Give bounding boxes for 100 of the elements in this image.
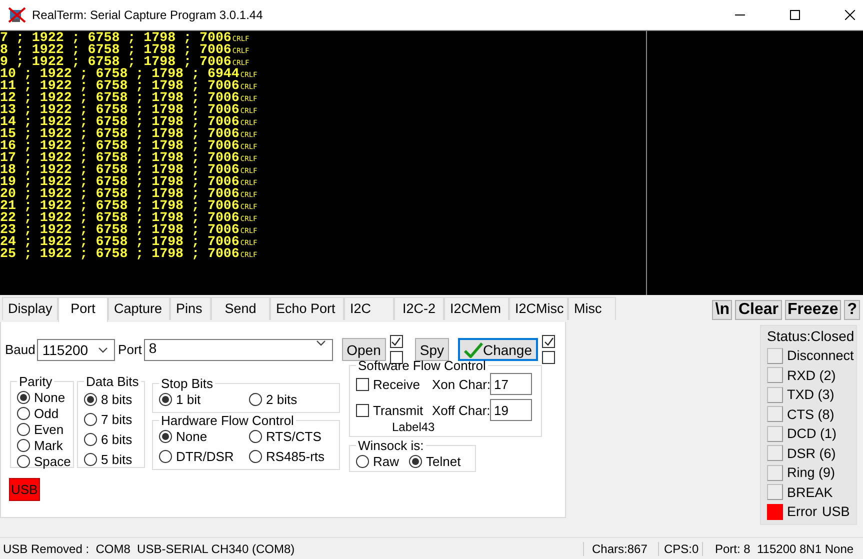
terminal-line: 8 ; 1922 ; 6758 ; 1798 ; 7006 bbox=[0, 44, 232, 56]
group-title: Winsock is: bbox=[357, 438, 425, 453]
checkbox-label: Transmit bbox=[373, 402, 424, 418]
terminal-line: 24 ; 1922 ; 6758 ; 1798 ; 7006 bbox=[0, 236, 240, 248]
radio-label: 1 bit bbox=[176, 392, 201, 406]
radio-label: DTR/DSR bbox=[176, 448, 234, 464]
checkbox[interactable] bbox=[542, 351, 555, 364]
terminal-line: 18 ; 1922 ; 6758 ; 1798 ; 7006 bbox=[0, 164, 240, 176]
radio-label: 2 bits bbox=[266, 392, 298, 406]
terminal-line: 19 ; 1922 ; 6758 ; 1798 ; 7006 bbox=[0, 176, 240, 188]
status-note: USB bbox=[822, 504, 850, 520]
checkbox[interactable] bbox=[390, 335, 403, 348]
close-icon bbox=[845, 10, 855, 20]
radio-button[interactable] bbox=[84, 432, 97, 446]
port-dropdown[interactable]: 8 bbox=[144, 338, 333, 360]
radio-button[interactable] bbox=[84, 392, 97, 406]
radio-button[interactable] bbox=[249, 392, 262, 406]
toolbar-button[interactable]: Freeze bbox=[784, 300, 842, 320]
field-label: Baud bbox=[5, 342, 36, 357]
toolbar-button[interactable]: Clear bbox=[735, 300, 782, 320]
radio-button[interactable] bbox=[84, 412, 97, 426]
radio-label: None bbox=[34, 390, 66, 404]
terminal-line: 17 ; 1922 ; 6758 ; 1798 ; 7006 bbox=[0, 152, 240, 164]
status-label: CTS (8) bbox=[787, 406, 834, 422]
radio-label: None bbox=[176, 428, 208, 444]
maximize-icon bbox=[790, 10, 800, 20]
field-label: Xoff Char: bbox=[432, 402, 490, 418]
radio-label: Raw bbox=[373, 454, 400, 468]
caret-icon bbox=[98, 346, 108, 352]
radio-button[interactable] bbox=[159, 450, 172, 462]
char-field[interactable]: 19 bbox=[490, 399, 532, 421]
group-title: Data Bits bbox=[85, 374, 140, 389]
status-label: Disconnect bbox=[787, 348, 854, 364]
checkbox[interactable] bbox=[356, 378, 369, 390]
radio-label: 7 bits bbox=[101, 412, 132, 426]
tab[interactable]: Echo Port bbox=[270, 297, 344, 320]
status-text: USB Removed : COM8 USB-SERIAL CH340 (COM8) bbox=[2, 542, 296, 556]
status-label: Error bbox=[787, 504, 817, 520]
tab[interactable]: I2C-2 bbox=[394, 297, 444, 320]
status-title: Status:Closed bbox=[767, 328, 856, 344]
status-label: Ring (9) bbox=[787, 465, 836, 480]
radio-button[interactable] bbox=[17, 422, 30, 436]
tab[interactable]: Send bbox=[211, 297, 270, 320]
radio-button[interactable] bbox=[17, 390, 30, 404]
check-icon bbox=[464, 342, 483, 358]
group-title: Parity bbox=[18, 374, 54, 389]
baud-dropdown[interactable]: 115200 bbox=[37, 338, 116, 360]
change-button[interactable]: Change bbox=[458, 338, 538, 361]
radio-button[interactable] bbox=[159, 392, 172, 406]
radio-label: Odd bbox=[34, 406, 59, 420]
group-title: Hardware Flow Control bbox=[160, 413, 295, 428]
radio-button[interactable] bbox=[17, 454, 30, 468]
terminal-line: 11 ; 1922 ; 6758 ; 1798 ; 7006 bbox=[0, 80, 240, 92]
radio-label: Telnet bbox=[426, 454, 461, 468]
radio-button[interactable] bbox=[249, 450, 262, 462]
radio-button[interactable] bbox=[409, 454, 422, 468]
status-text: CPS:0 bbox=[658, 542, 702, 556]
char-field[interactable]: 17 bbox=[490, 373, 532, 395]
tab[interactable]: I2CMisc bbox=[509, 297, 568, 320]
checkbox[interactable] bbox=[542, 335, 555, 348]
field-label: Port bbox=[118, 342, 142, 357]
radio-button[interactable] bbox=[84, 452, 97, 466]
radio-button[interactable] bbox=[159, 430, 172, 442]
status-label: TXD (3) bbox=[787, 387, 834, 402]
tab[interactable]: Pins bbox=[170, 297, 211, 320]
radio-label: 5 bits bbox=[101, 452, 132, 466]
radio-label: RTS/CTS bbox=[266, 428, 322, 444]
radio-label: Mark bbox=[34, 438, 63, 452]
toolbar-button[interactable]: ? bbox=[844, 300, 860, 320]
status-text: Chars:867 bbox=[583, 542, 658, 556]
tab[interactable]: Capture bbox=[108, 297, 170, 320]
terminal-line: 12 ; 1922 ; 6758 ; 1798 ; 7006 bbox=[0, 92, 240, 104]
toolbar-button[interactable]: \n bbox=[712, 300, 732, 320]
tab[interactable]: Port bbox=[58, 297, 108, 322]
tab[interactable]: Display bbox=[2, 297, 58, 320]
field-label: Xon Char: bbox=[432, 376, 490, 392]
terminal-line: 16 ; 1922 ; 6758 ; 1798 ; 7006 bbox=[0, 140, 240, 152]
terminal-line: 23 ; 1922 ; 6758 ; 1798 ; 7006 bbox=[0, 224, 240, 236]
radio-button[interactable] bbox=[249, 430, 262, 442]
terminal-line: 9 ; 1922 ; 6758 ; 1798 ; 7006 bbox=[0, 56, 232, 68]
tab[interactable]: Misc bbox=[568, 297, 616, 320]
tab[interactable]: I2C bbox=[344, 297, 394, 320]
open-button[interactable]: Open bbox=[342, 338, 386, 361]
terminal-line: 22 ; 1922 ; 6758 ; 1798 ; 7006 bbox=[0, 212, 240, 224]
checkbox-label: Receive bbox=[373, 376, 420, 392]
terminal-line: 21 ; 1922 ; 6758 ; 1798 ; 7006 bbox=[0, 200, 240, 212]
spy-button[interactable]: Spy bbox=[414, 338, 449, 361]
radio-button[interactable] bbox=[356, 454, 369, 468]
radio-label: 8 bits bbox=[101, 392, 132, 406]
caret-icon bbox=[316, 340, 326, 346]
status-label: BREAK bbox=[787, 484, 833, 500]
tab[interactable]: I2CMem bbox=[444, 297, 509, 320]
checkbox[interactable] bbox=[356, 404, 369, 416]
group-title: Software Flow Control bbox=[357, 358, 487, 373]
radio-label: RS485-rts bbox=[266, 448, 325, 464]
app-icon bbox=[8, 7, 26, 23]
radio-button[interactable] bbox=[17, 438, 30, 452]
radio-button[interactable] bbox=[17, 406, 30, 420]
status-label: DSR (6) bbox=[787, 446, 836, 461]
window-title: RealTerm: Serial Capture Program 3.0.1.44 bbox=[32, 8, 263, 22]
